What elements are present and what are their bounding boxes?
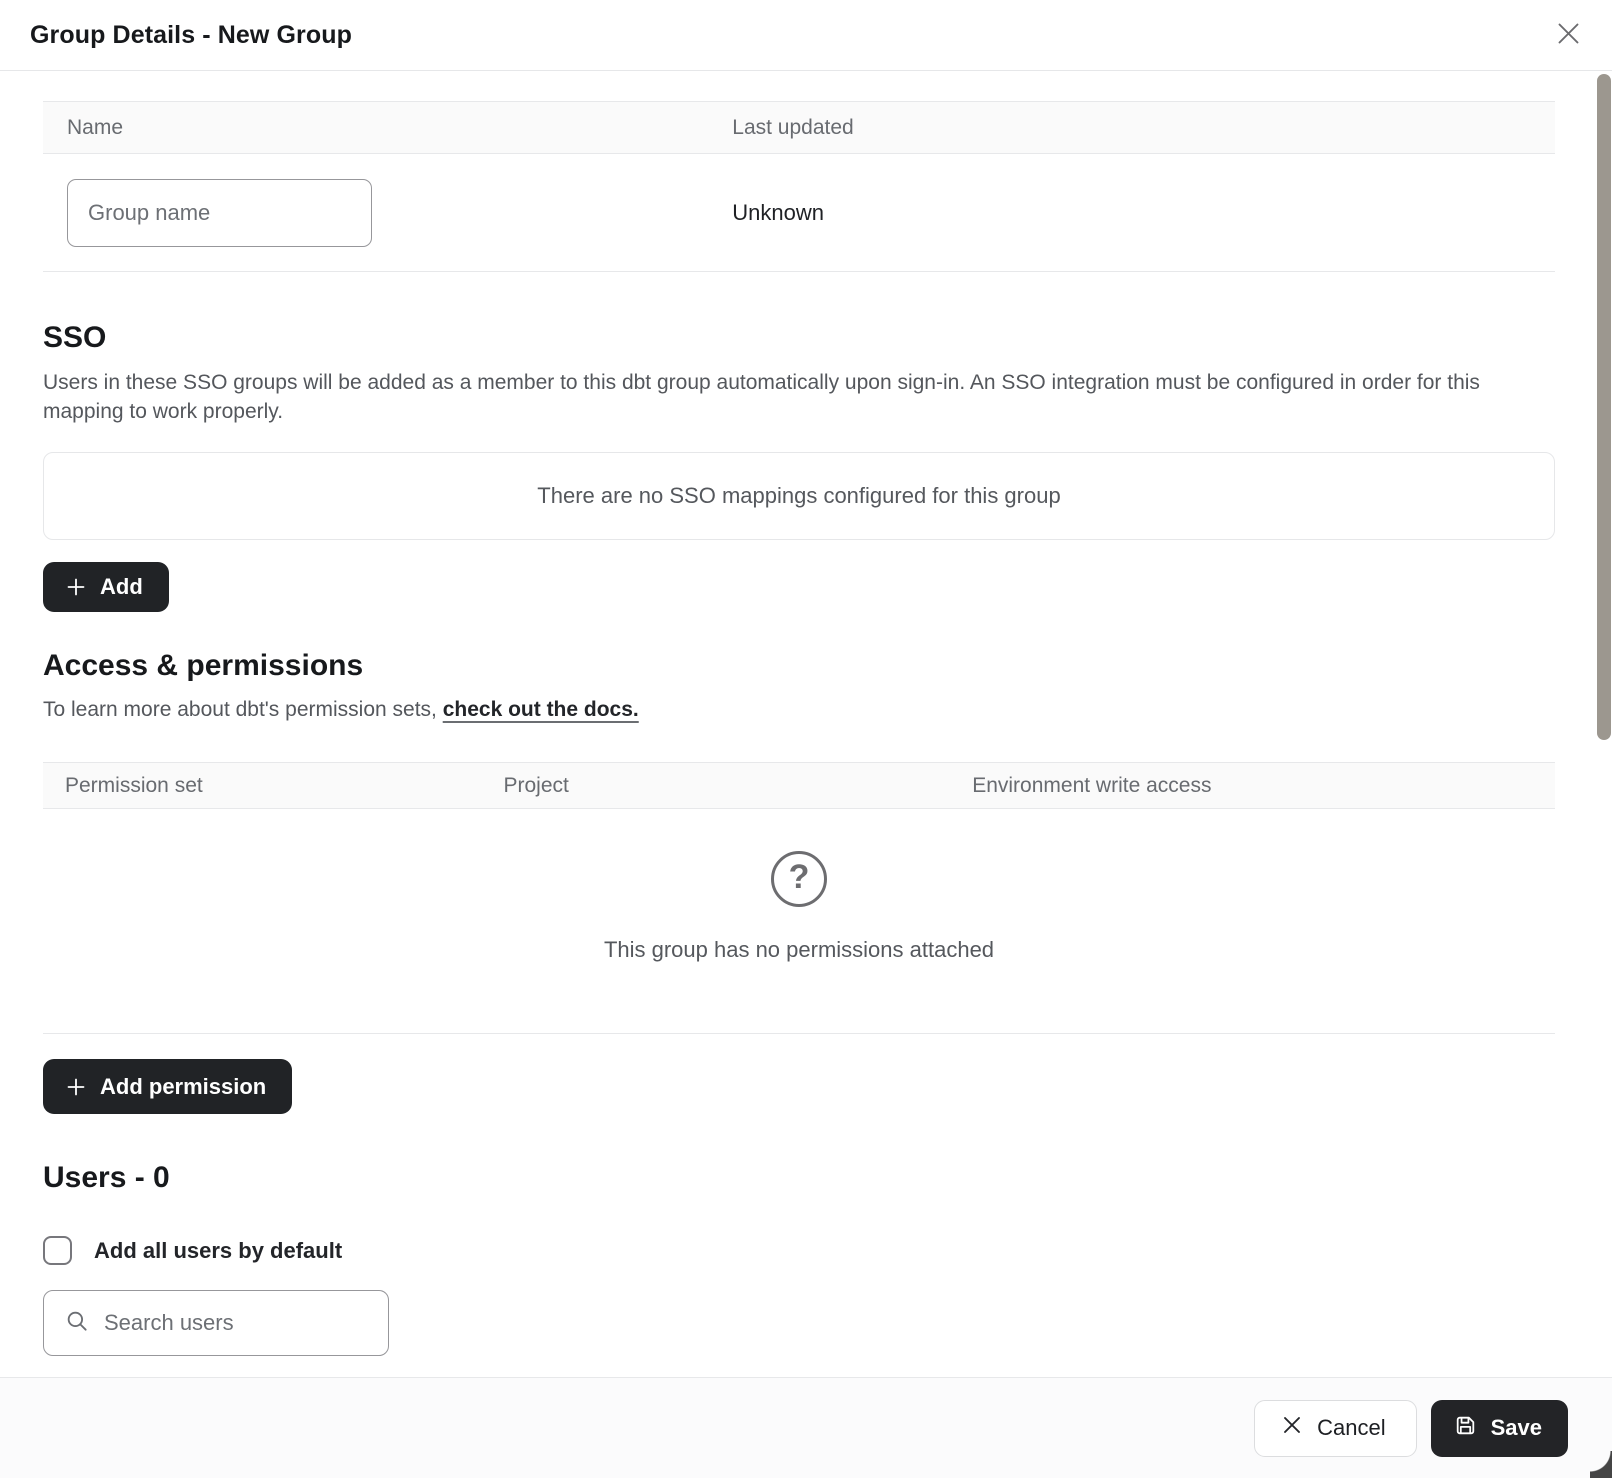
- add-sso-mapping-label: Add: [100, 574, 143, 600]
- permissions-empty-message: This group has no permissions attached: [604, 937, 994, 963]
- add-all-users-checkbox[interactable]: [43, 1236, 72, 1265]
- user-search-box: [43, 1290, 389, 1356]
- group-table-header-row: Name Last updated: [43, 101, 1555, 154]
- group-name-input[interactable]: [67, 179, 372, 247]
- sso-section: SSO Users in these SSO groups will be ad…: [43, 320, 1555, 612]
- search-users-input[interactable]: [104, 1310, 372, 1336]
- group-details-dialog: Group Details - New Group Name Last upda…: [0, 0, 1612, 1396]
- save-floppy-icon: [1453, 1413, 1478, 1444]
- permissions-heading: Access & permissions: [43, 648, 1555, 684]
- add-all-users-row: Add all users by default: [43, 1236, 1555, 1265]
- column-header-permission-set: Permission set: [43, 774, 481, 798]
- column-header-environment-write-access: Environment write access: [950, 774, 1555, 798]
- column-header-name: Name: [43, 116, 708, 140]
- search-icon: [64, 1308, 90, 1339]
- backdrop-corner: [1590, 1451, 1612, 1478]
- docs-link[interactable]: check out the docs.: [443, 698, 639, 721]
- column-header-last-updated: Last updated: [708, 116, 1555, 140]
- permissions-section: Access & permissions To learn more about…: [43, 648, 1555, 1114]
- plus-icon: [65, 576, 87, 598]
- add-sso-mapping-button[interactable]: Add: [43, 562, 169, 612]
- cancel-x-icon: [1281, 1414, 1303, 1442]
- last-updated-value: Unknown: [708, 200, 1555, 226]
- add-permission-button[interactable]: Add permission: [43, 1059, 292, 1114]
- dialog-title: Group Details - New Group: [30, 21, 352, 50]
- column-header-project: Project: [481, 774, 950, 798]
- add-all-users-label: Add all users by default: [94, 1238, 342, 1264]
- close-button[interactable]: [1554, 21, 1582, 49]
- dialog-header: Group Details - New Group: [0, 0, 1612, 71]
- permissions-table-header-row: Permission set Project Environment write…: [43, 762, 1555, 809]
- sso-empty-state: There are no SSO mappings configured for…: [43, 452, 1555, 540]
- close-icon: [1555, 20, 1582, 50]
- sso-heading: SSO: [43, 320, 1555, 356]
- permissions-table: Permission set Project Environment write…: [43, 762, 1555, 1034]
- sso-description: Users in these SSO groups will be added …: [43, 368, 1515, 426]
- permissions-description: To learn more about dbt's permission set…: [43, 698, 1555, 722]
- save-label: Save: [1491, 1415, 1542, 1441]
- save-button[interactable]: Save: [1431, 1400, 1568, 1457]
- vertical-scrollbar-thumb[interactable]: [1597, 74, 1611, 740]
- sso-empty-message: There are no SSO mappings configured for…: [537, 483, 1060, 509]
- permissions-empty-state: ? This group has no permissions attached: [43, 809, 1555, 1034]
- add-permission-label: Add permission: [100, 1074, 266, 1100]
- plus-icon: [65, 1076, 87, 1098]
- users-heading: Users - 0: [43, 1160, 1555, 1196]
- users-section: Users - 0 Add all users by default: [43, 1160, 1555, 1396]
- dialog-content: Name Last updated Unknown SSO Users in t…: [0, 101, 1612, 1396]
- cancel-label: Cancel: [1317, 1415, 1385, 1441]
- dialog-footer: Cancel Save: [0, 1377, 1612, 1478]
- table-row: Unknown: [43, 154, 1555, 272]
- question-mark-icon: ?: [771, 851, 827, 907]
- group-name-table: Name Last updated Unknown: [43, 101, 1555, 272]
- cancel-button[interactable]: Cancel: [1254, 1400, 1416, 1457]
